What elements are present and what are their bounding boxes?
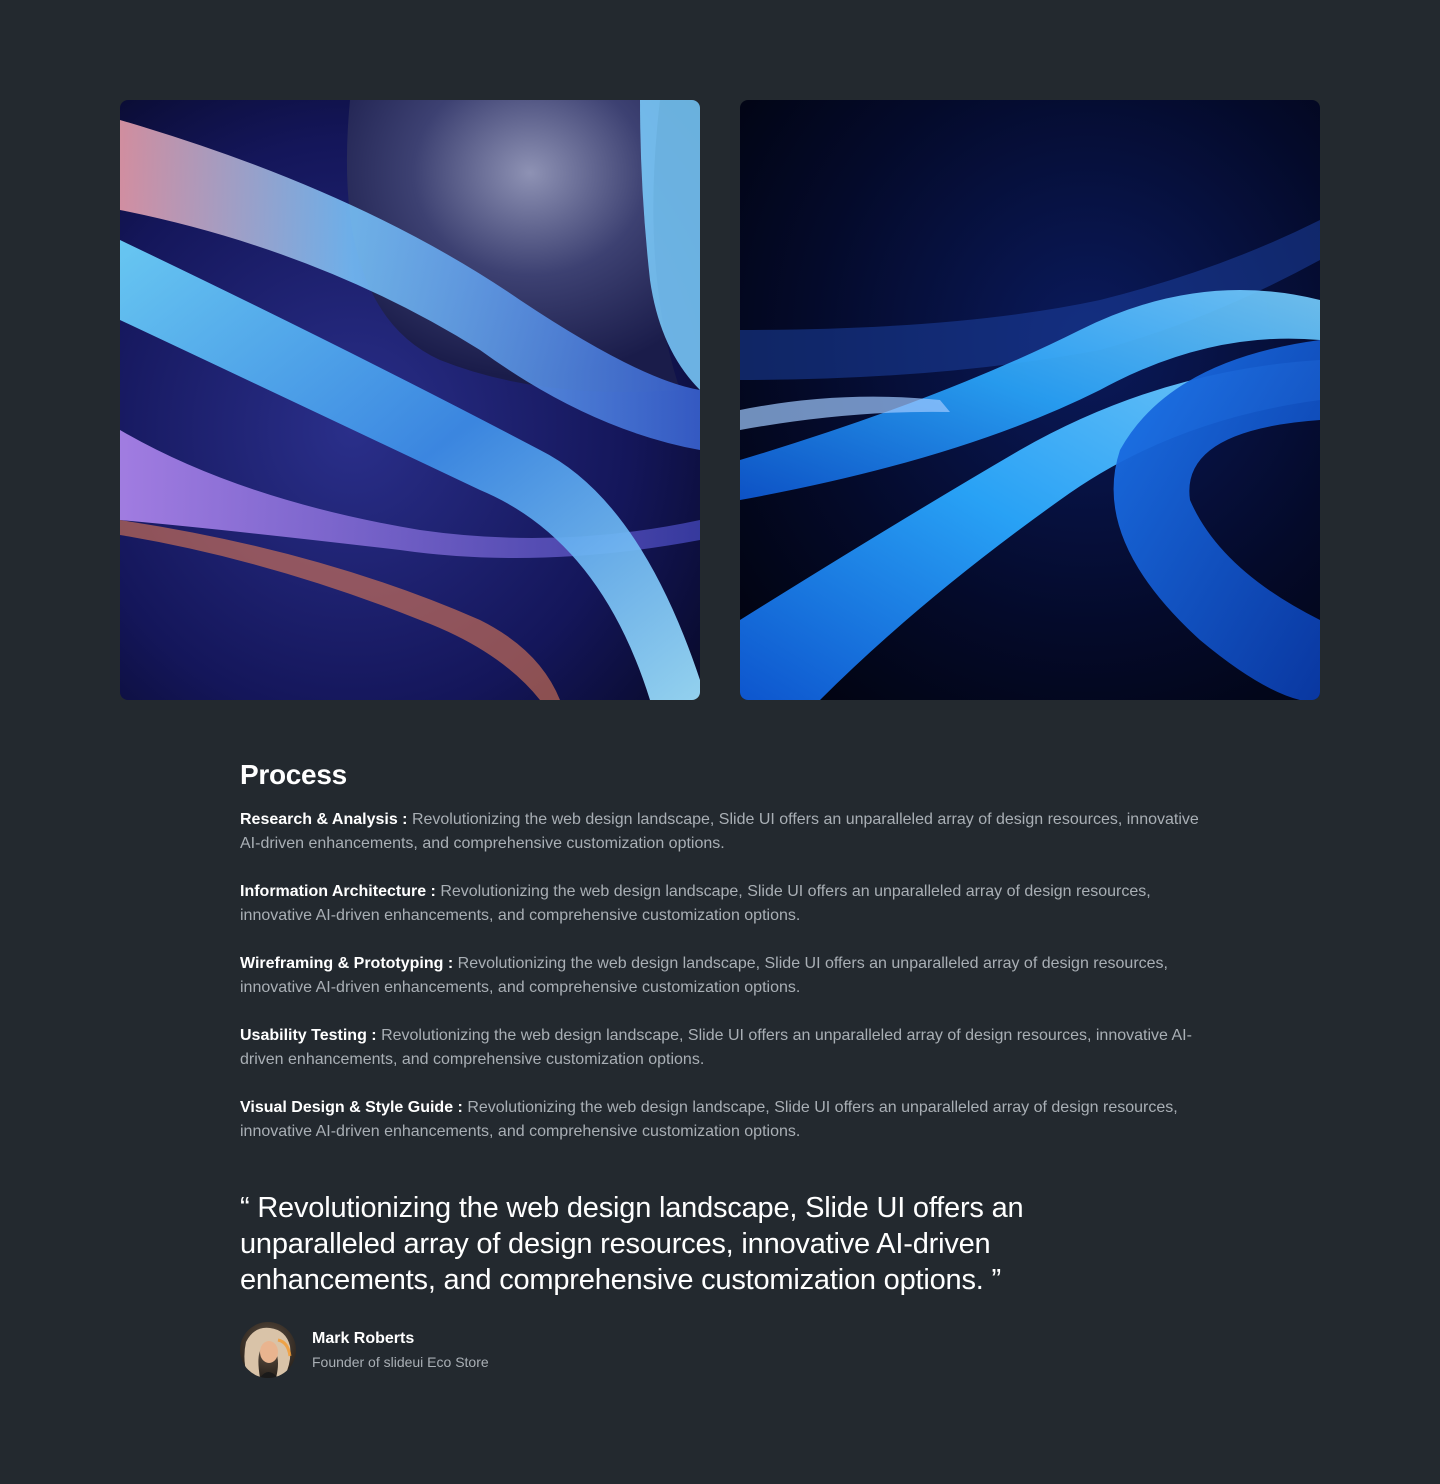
- process-item-usability-testing: Usability Testing : Revolutionizing the …: [240, 1024, 1200, 1072]
- abstract-wave-artwork-left-icon: [120, 100, 700, 700]
- process-item-wireframing: Wireframing & Prototyping : Revolutioniz…: [240, 952, 1200, 1000]
- user-avatar-icon: [240, 1322, 296, 1378]
- process-item-information-architecture: Information Architecture : Revolutionizi…: [240, 880, 1200, 928]
- process-term: Visual Design & Style Guide :: [240, 1099, 463, 1116]
- author-role: Founder of slideui Eco Store: [312, 1354, 489, 1370]
- process-item-research: Research & Analysis : Revolutionizing th…: [240, 808, 1200, 856]
- process-term: Information Architecture :: [240, 883, 436, 900]
- process-term: Wireframing & Prototyping :: [240, 955, 454, 972]
- testimonial-author: Mark Roberts Founder of slideui Eco Stor…: [240, 1322, 1200, 1378]
- process-section: Process Research & Analysis : Revolution…: [240, 758, 1200, 1378]
- testimonial-quote: “ Revolutionizing the web design landsca…: [240, 1192, 1024, 1296]
- section-title: Process: [240, 759, 347, 790]
- process-item-visual-design: Visual Design & Style Guide : Revolution…: [240, 1096, 1200, 1144]
- process-term: Usability Testing :: [240, 1027, 377, 1044]
- process-description: Revolutionizing the web design landscape…: [240, 1027, 1192, 1068]
- abstract-wave-artwork-right-icon: [740, 100, 1320, 700]
- author-name: Mark Roberts: [312, 1330, 415, 1347]
- process-term: Research & Analysis :: [240, 811, 408, 828]
- image-gallery: [120, 100, 1320, 700]
- author-info: Mark Roberts Founder of slideui Eco Stor…: [312, 1327, 489, 1373]
